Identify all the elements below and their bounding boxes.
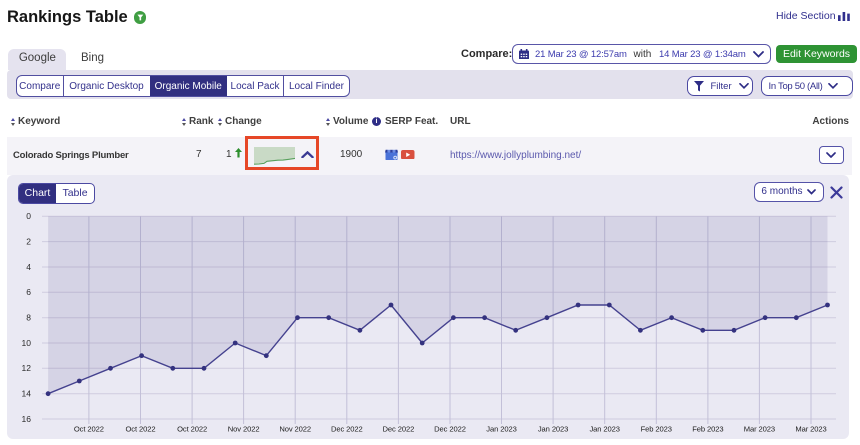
- svg-text:Feb 2023: Feb 2023: [692, 425, 723, 434]
- svg-text:Oct 2022: Oct 2022: [74, 425, 104, 434]
- svg-text:Jan 2023: Jan 2023: [486, 425, 516, 434]
- svg-text:Dec 2022: Dec 2022: [383, 425, 415, 434]
- svg-text:Oct 2022: Oct 2022: [125, 425, 155, 434]
- svg-text:0: 0: [26, 211, 31, 221]
- svg-text:Jan 2023: Jan 2023: [538, 425, 568, 434]
- svg-text:Mar 2023: Mar 2023: [744, 425, 775, 434]
- svg-text:Mar 2023: Mar 2023: [795, 425, 826, 434]
- svg-text:8: 8: [26, 313, 31, 323]
- svg-text:Dec 2022: Dec 2022: [331, 425, 363, 434]
- svg-text:Oct 2022: Oct 2022: [177, 425, 207, 434]
- svg-text:2: 2: [26, 236, 31, 246]
- svg-text:Feb 2023: Feb 2023: [641, 425, 672, 434]
- svg-text:Nov 2022: Nov 2022: [279, 425, 311, 434]
- svg-text:Jan 2023: Jan 2023: [589, 425, 619, 434]
- svg-text:6: 6: [26, 287, 31, 297]
- svg-text:Dec 2022: Dec 2022: [434, 425, 466, 434]
- svg-text:12: 12: [22, 363, 32, 373]
- svg-text:16: 16: [22, 414, 32, 424]
- svg-text:Nov 2022: Nov 2022: [228, 425, 260, 434]
- svg-text:14: 14: [22, 389, 32, 399]
- svg-text:4: 4: [26, 262, 31, 272]
- svg-text:10: 10: [22, 338, 32, 348]
